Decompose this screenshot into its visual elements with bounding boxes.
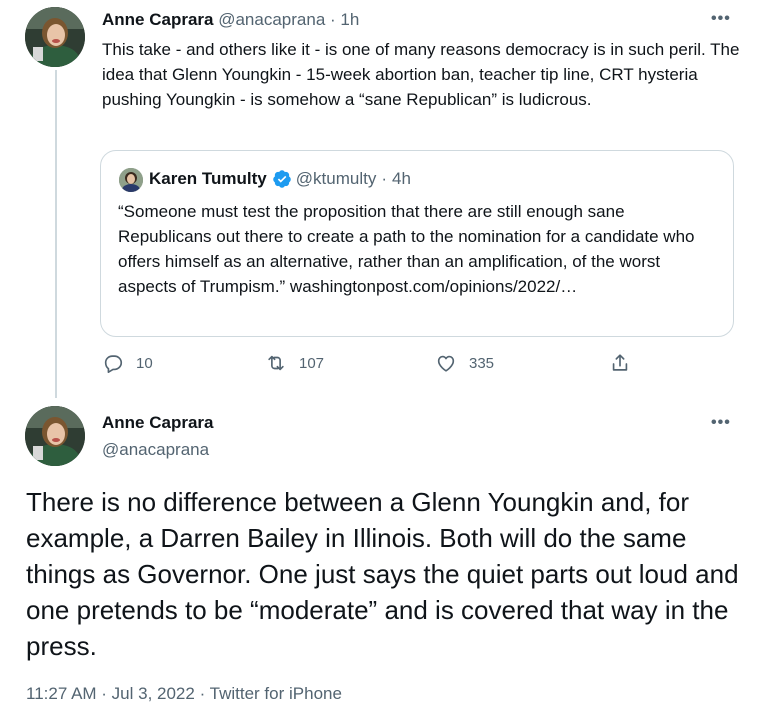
author-handle[interactable]: @anacaprana	[102, 440, 209, 460]
quoted-tweet-text: “Someone must test the proposition that …	[118, 202, 695, 296]
verified-badge-icon	[273, 170, 291, 188]
quoted-author-name: Karen Tumulty	[149, 169, 267, 188]
avatar[interactable]	[25, 7, 85, 67]
retweet-button[interactable]: 107	[265, 352, 324, 374]
tweet-header: Anne Caprara @anacaprana · 1h	[102, 10, 359, 30]
tweet-2-main[interactable]: Anne Caprara @anacaprana ••• There is no…	[0, 400, 770, 726]
like-button[interactable]: 335	[435, 352, 494, 374]
quoted-header: Karen Tumulty @ktumulty · 4h	[149, 169, 411, 189]
quoted-tweet-time: 4h	[392, 169, 411, 188]
retweet-count: 107	[299, 354, 325, 372]
author-handle[interactable]: @anacaprana	[218, 10, 325, 29]
reply-count: 10	[136, 354, 153, 372]
quoted-tweet[interactable]: Karen Tumulty @ktumulty · 4h “Someone mu…	[100, 150, 734, 337]
reply-icon	[104, 355, 123, 373]
avatar[interactable]	[25, 406, 85, 466]
quoted-author-handle: @ktumulty	[295, 169, 377, 188]
tweet-text: This take - and others like it - is one …	[102, 40, 740, 109]
separator: ·	[330, 10, 336, 29]
share-button[interactable]	[609, 352, 643, 374]
like-icon	[437, 355, 455, 372]
tweet-timestamp[interactable]: 11:27 AM · Jul 3, 2022 · Twitter for iPh…	[26, 684, 342, 704]
tweet-actions: 10 107 335	[102, 352, 642, 378]
tweet-text: There is no difference between a Glenn Y…	[26, 487, 739, 661]
like-count: 335	[469, 354, 495, 372]
more-icon[interactable]: •••	[711, 10, 731, 28]
tweet-1[interactable]: Anne Caprara @anacaprana · 1h ••• This t…	[0, 0, 770, 400]
quoted-avatar	[119, 168, 143, 192]
author-name[interactable]: Anne Caprara	[102, 413, 213, 433]
more-icon[interactable]: •••	[711, 414, 731, 432]
reply-button[interactable]: 10	[102, 352, 153, 374]
tweet-time[interactable]: 1h	[340, 10, 359, 29]
separator: ·	[381, 169, 387, 188]
author-name[interactable]: Anne Caprara	[102, 10, 213, 29]
share-icon	[612, 354, 628, 371]
retweet-icon	[268, 355, 284, 371]
